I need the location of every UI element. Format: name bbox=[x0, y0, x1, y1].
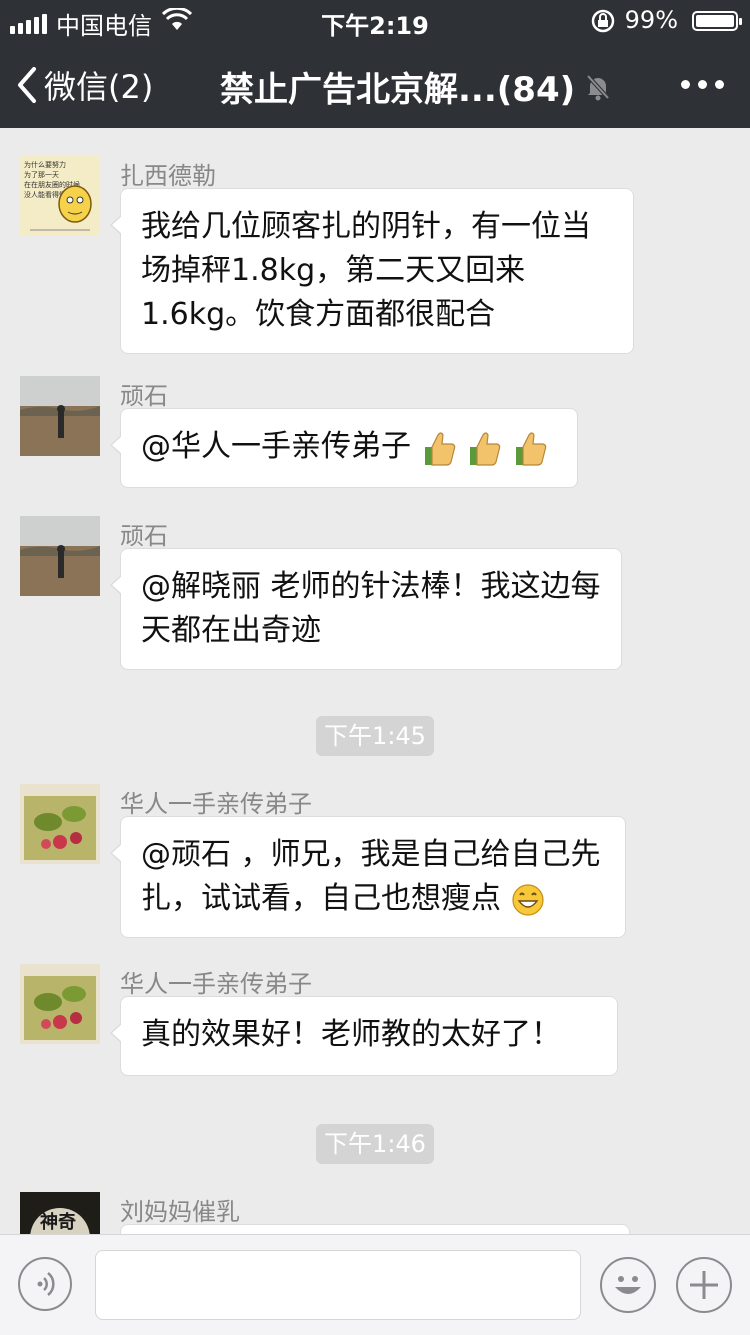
flower-photo-icon bbox=[20, 964, 100, 1044]
cartoon-face-icon bbox=[30, 185, 92, 231]
sender-name: 华人一手亲传弟子 bbox=[120, 790, 312, 818]
nav-bar: 微信(2) 禁止广告北京解...(84) bbox=[0, 40, 750, 128]
battery-percent: 99% bbox=[624, 6, 678, 34]
chat-area[interactable]: 为什么要努力 为了那一天 在在朋友圈的时候 没人能看得懂 扎西德勒 我给几位顾客… bbox=[0, 128, 750, 1234]
chat-title-area: 禁止广告北京解...(84) bbox=[220, 62, 611, 111]
back-button[interactable]: 微信(2) bbox=[16, 62, 153, 108]
sender-name: 刘妈妈催乳 bbox=[120, 1198, 240, 1226]
battery-icon bbox=[692, 11, 742, 31]
message-input[interactable] bbox=[95, 1250, 581, 1320]
chat-title: 禁止广告北京解...(84) bbox=[220, 70, 576, 110]
avatar[interactable] bbox=[20, 784, 100, 864]
thumbs-up-icon bbox=[424, 431, 455, 466]
sender-name: 华人一手亲传弟子 bbox=[120, 970, 312, 998]
sender-name: 顽石 bbox=[120, 382, 168, 410]
voice-button[interactable] bbox=[18, 1257, 72, 1311]
flower-photo-icon bbox=[20, 784, 100, 864]
back-chevron-icon bbox=[18, 67, 36, 103]
more-icon[interactable] bbox=[681, 80, 724, 89]
message-bubble[interactable]: @顽石 ，师兄，我是自己给自己先扎，试试看，自己也想瘦点 bbox=[110, 816, 626, 938]
sender-name: 扎西德勒 bbox=[120, 162, 216, 190]
grin-emoji-icon bbox=[511, 883, 544, 916]
message-bubble[interactable]: @解晓丽 老师的针法棒！我这边每天都在出奇迹 bbox=[110, 548, 622, 670]
avatar[interactable]: 神奇 bbox=[20, 1192, 100, 1234]
emoji-icon bbox=[615, 1276, 641, 1294]
message-bubble[interactable]: 真的效果好！老师教的太好了！ bbox=[110, 996, 618, 1076]
timestamp: 下午1:45 bbox=[316, 716, 434, 756]
sender-name: 顽石 bbox=[120, 522, 168, 550]
plus-icon bbox=[690, 1271, 718, 1299]
avatar[interactable] bbox=[20, 376, 100, 456]
message-bubble[interactable]: 我给几位顾客扎的阴针，有一位当场掉秤1.8kg，第二天又回来1.6kg。饮食方面… bbox=[110, 188, 634, 354]
landscape-photo-icon bbox=[20, 376, 100, 456]
back-label: 微信(2) bbox=[44, 68, 154, 106]
timestamp: 下午1:46 bbox=[316, 1124, 434, 1164]
mute-bell-icon bbox=[586, 74, 610, 100]
voice-icon bbox=[37, 1272, 55, 1296]
message-bubble[interactable] bbox=[120, 1224, 630, 1234]
avatar[interactable]: 为什么要努力 为了那一天 在在朋友圈的时候 没人能看得懂 bbox=[20, 156, 100, 236]
rotation-lock-icon bbox=[591, 9, 615, 33]
thumbs-up-icon bbox=[515, 431, 546, 466]
avatar[interactable] bbox=[20, 516, 100, 596]
plus-button[interactable] bbox=[676, 1257, 732, 1313]
message-bubble[interactable]: @华人一手亲传弟子 bbox=[110, 408, 578, 488]
message-text: @华人一手亲传弟子 bbox=[141, 429, 421, 464]
emoji-button[interactable] bbox=[600, 1257, 656, 1313]
input-bar bbox=[0, 1234, 750, 1335]
thumbs-up-icon bbox=[470, 431, 501, 466]
avatar[interactable] bbox=[20, 964, 100, 1044]
status-bar: 中国电信 下午2:19 99% bbox=[0, 0, 750, 40]
avatar-calligraphy: 神奇 bbox=[40, 1212, 76, 1233]
landscape-photo-icon bbox=[20, 516, 100, 596]
